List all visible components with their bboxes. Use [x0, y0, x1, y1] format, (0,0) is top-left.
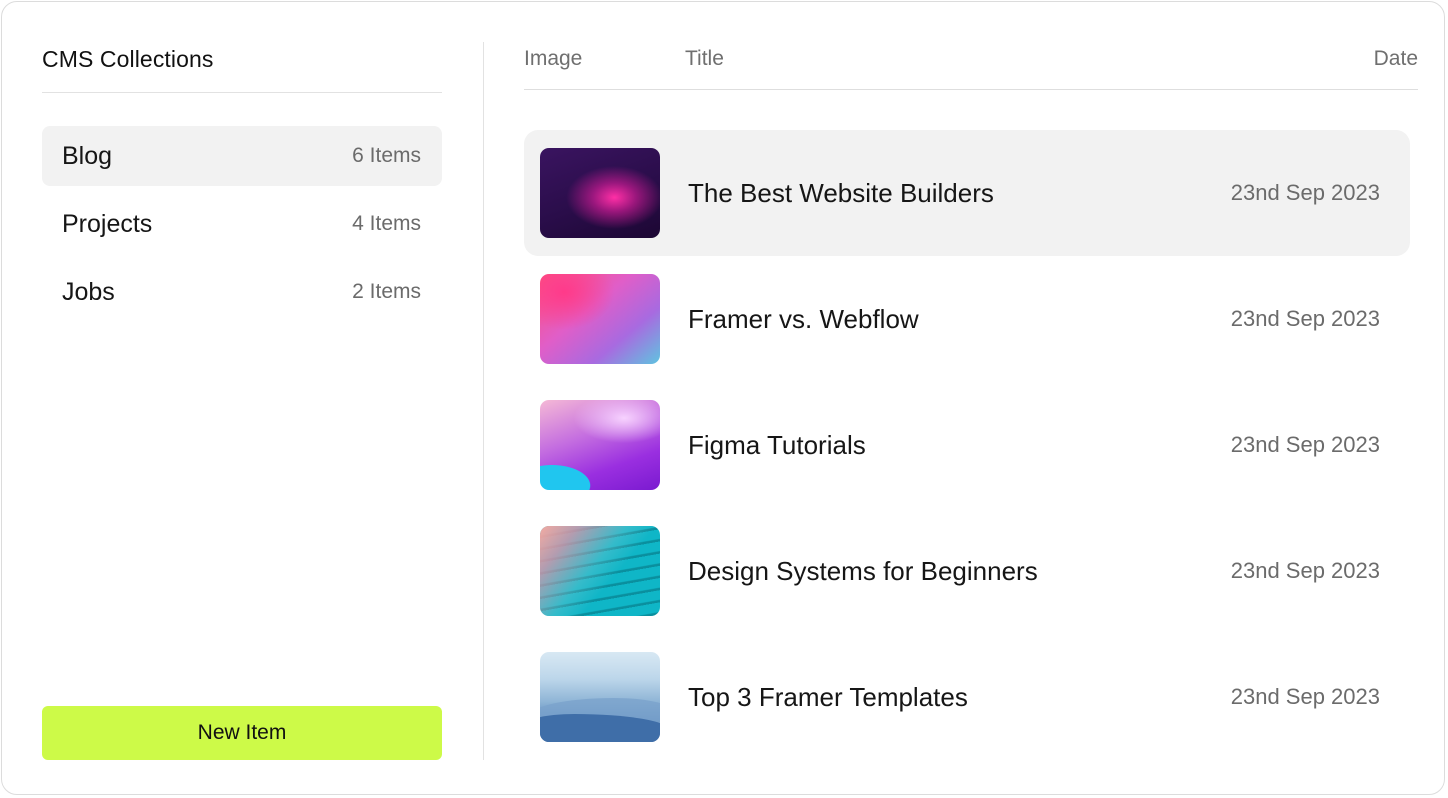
row-date: 23nd Sep 2023 [1230, 306, 1380, 331]
row-title: The Best Website Builders [688, 178, 994, 208]
items-table: Image Title Date The Best Website Builde… [524, 42, 1418, 760]
collection-count: 2 Items [352, 280, 421, 303]
sidebar-divider [42, 92, 442, 93]
vertical-divider [483, 42, 484, 760]
collection-count: 6 Items [352, 144, 421, 167]
row-date: 23nd Sep 2023 [1230, 684, 1380, 709]
row-title: Framer vs. Webflow [688, 304, 919, 334]
column-header-title: Title [685, 47, 724, 70]
column-header-date: Date [1373, 47, 1418, 70]
new-item-button[interactable]: New Item [42, 706, 442, 760]
pink-gradient-image [540, 274, 660, 364]
blue-mountains-image [540, 652, 660, 742]
row-title: Design Systems for Beginners [688, 556, 1038, 586]
row-date: 23nd Sep 2023 [1230, 432, 1380, 457]
table-row[interactable]: Figma Tutorials 23nd Sep 2023 [524, 382, 1410, 508]
collection-label: Blog [62, 141, 113, 170]
collection-label: Jobs [62, 277, 115, 306]
cms-panel: CMS Collections Blog 6 Items Projects 4 … [1, 1, 1445, 795]
row-date: 23nd Sep 2023 [1230, 558, 1380, 583]
sidebar: CMS Collections Blog 6 Items Projects 4 … [42, 42, 442, 760]
table-header: Image Title Date [524, 42, 1418, 90]
sidebar-title: CMS Collections [42, 46, 214, 72]
row-title: Figma Tutorials [688, 430, 866, 460]
collection-item-projects[interactable]: Projects 4 Items [42, 194, 442, 254]
column-header-image: Image [524, 47, 583, 70]
collection-count: 4 Items [352, 212, 421, 235]
table-row[interactable]: The Best Website Builders 23nd Sep 2023 [524, 130, 1410, 256]
abstract-purple-pink-image [540, 148, 660, 238]
collection-item-jobs[interactable]: Jobs 2 Items [42, 262, 442, 322]
table-row[interactable]: Design Systems for Beginners 23nd Sep 20… [524, 508, 1410, 634]
collection-list: Blog 6 Items Projects 4 Items Jobs 2 Ite… [42, 126, 442, 330]
teal-layered-steps-image [540, 526, 660, 616]
table-row[interactable]: Top 3 Framer Templates 23nd Sep 2023 [524, 634, 1410, 760]
row-date: 23nd Sep 2023 [1230, 180, 1380, 205]
table-row[interactable]: Framer vs. Webflow 23nd Sep 2023 [524, 256, 1410, 382]
collection-item-blog[interactable]: Blog 6 Items [42, 126, 442, 186]
collection-label: Projects [62, 209, 153, 238]
purple-cyan-wave-image [540, 400, 660, 490]
table-body: The Best Website Builders 23nd Sep 2023 … [524, 130, 1410, 760]
row-title: Top 3 Framer Templates [688, 682, 968, 712]
